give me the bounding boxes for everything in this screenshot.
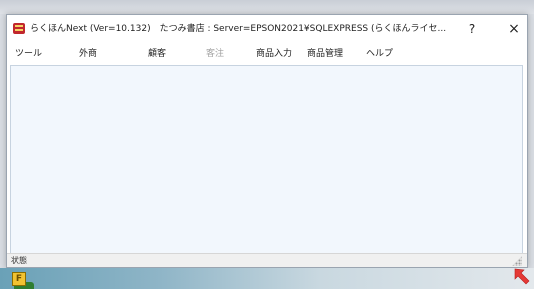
desktop-background-top bbox=[0, 0, 534, 14]
help-button[interactable]: ? bbox=[459, 19, 485, 39]
menu-customer-order[interactable]: 客注 bbox=[206, 43, 224, 65]
menu-help[interactable]: ヘルプ bbox=[366, 43, 393, 65]
desktop-shortcut-icon[interactable]: F bbox=[12, 272, 26, 286]
menu-tools[interactable]: ツール bbox=[15, 43, 42, 65]
close-button[interactable]: × bbox=[501, 19, 527, 39]
title-bar[interactable]: らくほんNext (Ver=10.132) たつみ書店 : Server=EPS… bbox=[7, 15, 527, 43]
app-icon[interactable] bbox=[13, 23, 25, 34]
desktop-background-bottom bbox=[0, 268, 534, 289]
resize-grip-icon[interactable] bbox=[512, 256, 522, 266]
status-text: 状態 bbox=[11, 256, 27, 265]
main-content-area bbox=[10, 65, 523, 255]
app-window: らくほんNext (Ver=10.132) たつみ書店 : Server=EPS… bbox=[6, 14, 528, 268]
menu-customer[interactable]: 顧客 bbox=[148, 43, 166, 65]
menu-bar: ツール 外商 顧客 客注 商品入力 商品管理 ヘルプ bbox=[7, 43, 527, 65]
menu-product-management[interactable]: 商品管理 bbox=[307, 43, 343, 65]
menu-gaisho[interactable]: 外商 bbox=[79, 43, 97, 65]
red-arrow-icon bbox=[514, 268, 530, 285]
window-title: らくほんNext (Ver=10.132) たつみ書店 : Server=EPS… bbox=[30, 24, 447, 34]
menu-product-input[interactable]: 商品入力 bbox=[256, 43, 292, 65]
status-bar: 状態 bbox=[7, 253, 527, 267]
